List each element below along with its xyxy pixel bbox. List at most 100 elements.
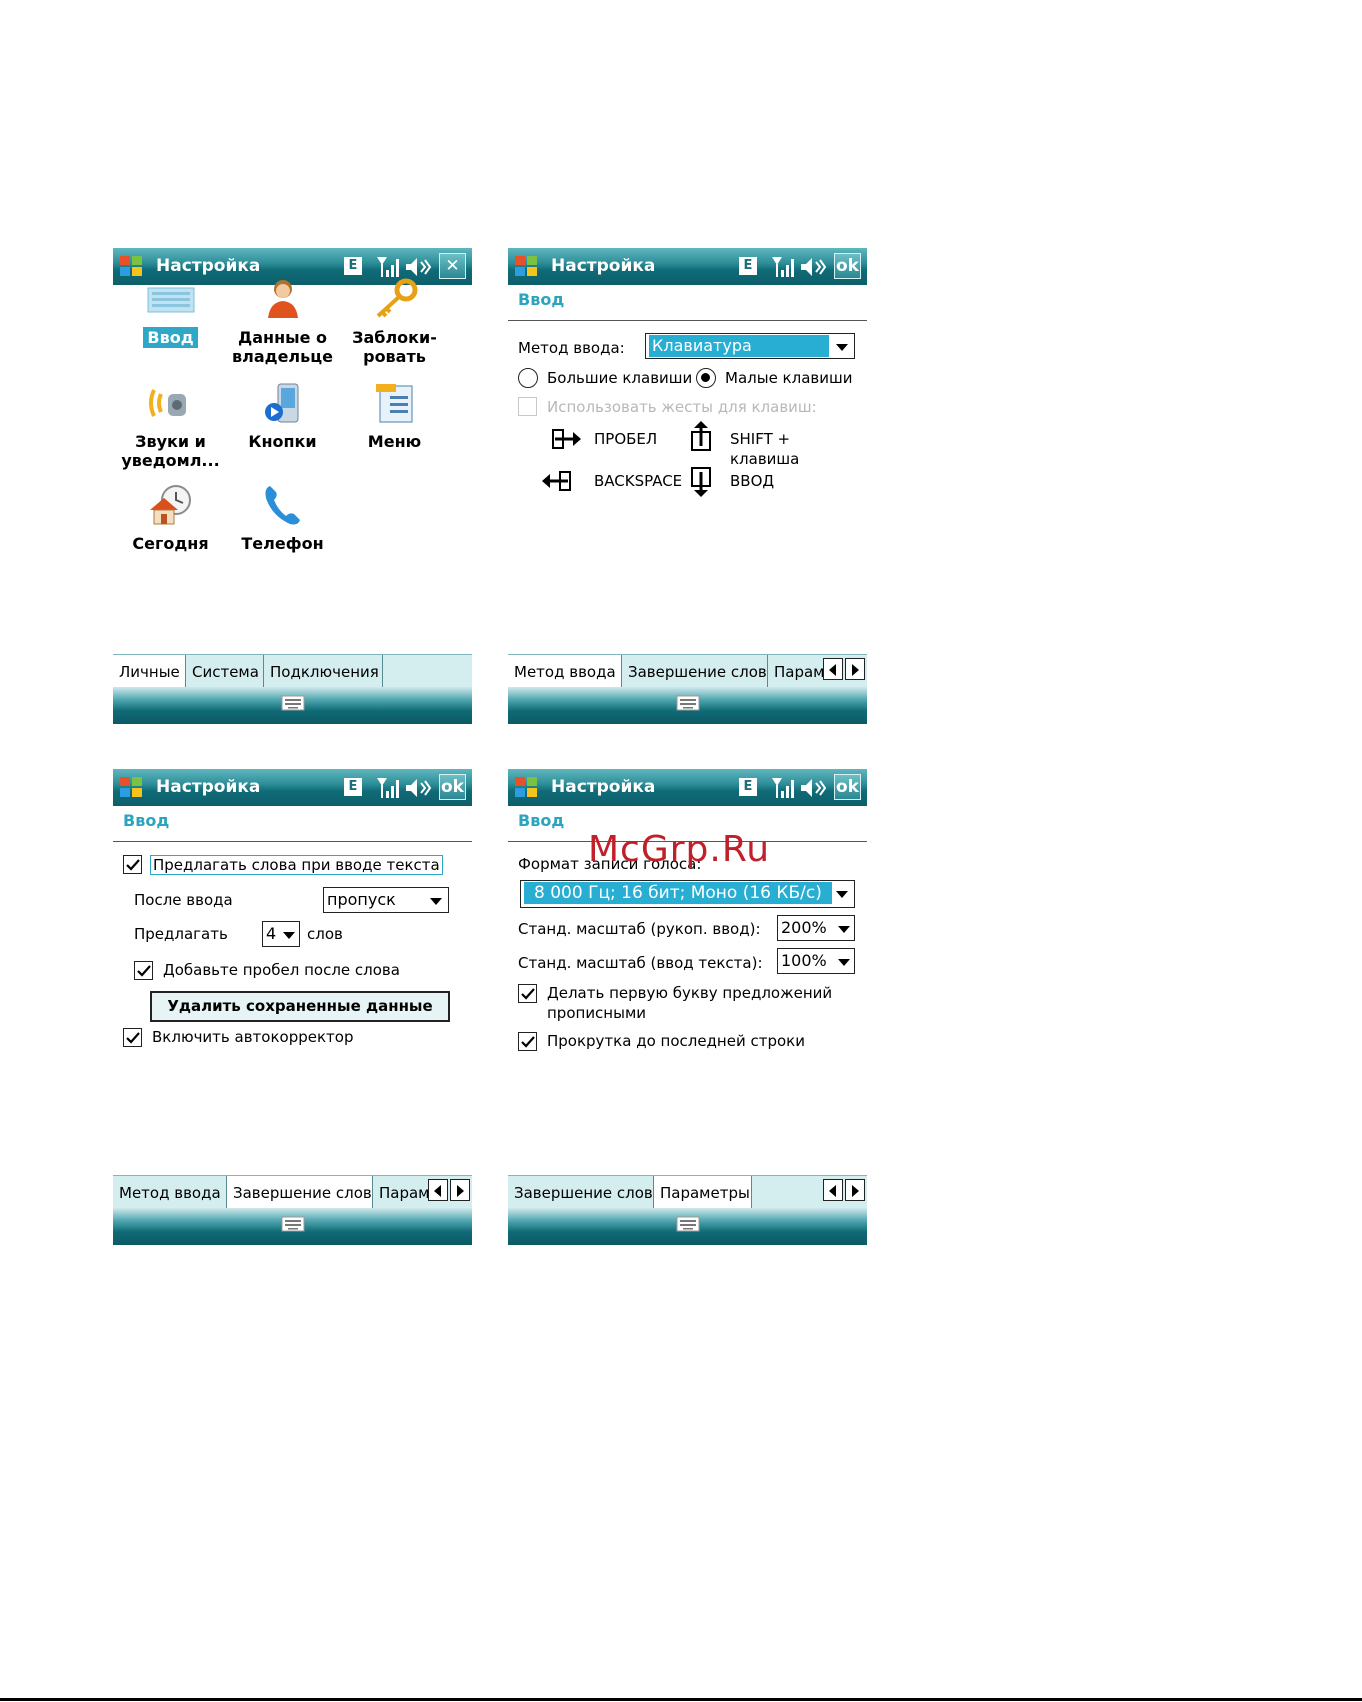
tab-options[interactable]: Парам <box>768 655 824 687</box>
window-title: Настройка <box>551 256 656 276</box>
chevron-down-icon <box>838 959 850 966</box>
network-e-icon[interactable]: E <box>344 257 362 275</box>
signal-strength-icon[interactable] <box>375 255 401 279</box>
zoom-handwriting-select[interactable]: 200% <box>777 915 855 941</box>
tile-sounds-label-1: Звуки и <box>135 432 206 451</box>
tile-input[interactable]: Ввод <box>113 278 228 348</box>
tile-lock-label-2: ровать <box>363 347 426 366</box>
tab-scroll-arrows <box>821 1179 865 1203</box>
suggest-count-select[interactable]: 4 <box>262 921 300 947</box>
ok-button[interactable]: ok <box>834 774 861 800</box>
suggest-words-label: Предлагать слова при вводе текста <box>150 855 443 875</box>
tile-sounds[interactable]: Звуки и уведомл... <box>113 382 228 470</box>
suggest-words-checkbox[interactable] <box>123 855 142 874</box>
keyboard-toggle-icon[interactable] <box>281 695 305 711</box>
gesture-left-icon <box>542 471 571 491</box>
network-e-icon[interactable]: E <box>344 778 362 796</box>
ok-button[interactable]: ok <box>439 774 466 800</box>
signal-strength-icon[interactable] <box>770 255 796 279</box>
watermark: McGrp.Ru <box>588 829 771 870</box>
tab-options[interactable]: Парам <box>373 1176 429 1208</box>
section-title: Ввод <box>123 811 170 830</box>
tile-owner-label-2: владельце <box>232 347 333 366</box>
tab-word-completion[interactable]: Завершение слов <box>508 1176 654 1208</box>
sound-icon <box>148 389 186 417</box>
tab-word-completion[interactable]: Завершение слов <box>622 655 768 687</box>
title-bar: Настройка E ok <box>508 248 867 285</box>
radio-small-keys-label: Малые клавиши <box>725 369 853 387</box>
windows-start-icon[interactable] <box>118 774 144 800</box>
tab-strip: Метод ввода Завершение слов Парам <box>508 654 867 688</box>
after-input-value: пропуск <box>327 890 396 909</box>
tab-scroll-left-icon[interactable] <box>823 1179 843 1201</box>
voice-format-select[interactable]: 8 000 Гц; 16 бит; Моно (16 КБ/с) <box>520 880 855 908</box>
after-input-select[interactable]: пропуск <box>323 887 449 913</box>
tab-word-completion[interactable]: Завершение слов <box>227 1176 373 1209</box>
scroll-last-line-checkbox[interactable] <box>518 1032 537 1051</box>
section-divider <box>508 320 867 321</box>
volume-icon[interactable] <box>404 255 432 279</box>
close-button[interactable]: ✕ <box>439 253 466 279</box>
windows-start-icon[interactable] <box>118 253 144 279</box>
settings-personal-screen: Настройка E ✕ Ввод Данные о владельце За… <box>113 248 472 724</box>
checkmark-icon <box>126 859 140 871</box>
tile-lock[interactable]: Заблоки- ровать <box>337 278 452 366</box>
volume-icon[interactable] <box>404 776 432 800</box>
zoom-text-select[interactable]: 100% <box>777 948 855 974</box>
autocorrect-label: Включить автокорректор <box>152 1028 354 1046</box>
keyboard-toggle-icon[interactable] <box>676 1216 700 1232</box>
tab-scroll-left-icon[interactable] <box>428 1179 448 1201</box>
tab-input-method[interactable]: Метод ввода <box>113 1176 227 1208</box>
radio-large-keys-label: Большие клавиши <box>547 369 693 387</box>
tile-menu[interactable]: Меню <box>337 382 452 451</box>
tab-scroll-right-icon[interactable] <box>450 1179 470 1201</box>
capitalize-checkbox[interactable] <box>518 984 537 1003</box>
gesture-right-icon <box>552 429 581 449</box>
windows-start-icon[interactable] <box>513 774 539 800</box>
radio-large-keys[interactable] <box>518 368 538 388</box>
tab-scroll-arrows <box>426 1179 470 1203</box>
softkey-bar <box>113 1208 472 1245</box>
tab-personal[interactable]: Личные <box>113 655 186 688</box>
tab-scroll-left-icon[interactable] <box>823 658 843 680</box>
tile-input-label: Ввод <box>143 327 198 348</box>
menu-icon <box>375 384 412 423</box>
voice-format-value: 8 000 Гц; 16 бит; Моно (16 КБ/с) <box>524 882 832 904</box>
volume-icon[interactable] <box>799 776 827 800</box>
add-space-label: Добавьте пробел после слова <box>163 961 400 979</box>
tab-scroll-right-icon[interactable] <box>845 1179 865 1201</box>
tab-options[interactable]: Параметры <box>654 1176 752 1209</box>
tab-scroll-right-icon[interactable] <box>845 658 865 680</box>
keyboard-toggle-icon[interactable] <box>281 1216 305 1232</box>
network-e-icon[interactable]: E <box>739 778 757 796</box>
tile-sounds-label-2: уведомл... <box>121 451 220 470</box>
radio-small-keys[interactable] <box>696 368 716 388</box>
suggest-count-value: 4 <box>266 924 277 943</box>
title-bar: Настройка E ok <box>508 769 867 806</box>
delete-saved-data-button[interactable]: Удалить сохраненные данные <box>150 991 450 1022</box>
keyboard-toggle-icon[interactable] <box>676 695 700 711</box>
tile-today[interactable]: Сегодня <box>113 484 228 553</box>
after-input-label: После ввода <box>134 891 233 909</box>
tab-input-method[interactable]: Метод ввода <box>508 655 622 688</box>
tile-owner-info[interactable]: Данные о владельце <box>225 278 340 366</box>
gestures-checkbox[interactable] <box>518 397 537 416</box>
tile-lock-label-1: Заблоки- <box>352 328 437 347</box>
tile-buttons[interactable]: Кнопки <box>225 382 340 451</box>
tile-phone[interactable]: Телефон <box>225 484 340 553</box>
signal-strength-icon[interactable] <box>770 776 796 800</box>
autocorrect-checkbox[interactable] <box>123 1028 142 1047</box>
tab-system[interactable]: Система <box>186 655 264 687</box>
tile-buttons-label: Кнопки <box>248 432 317 451</box>
tab-connections[interactable]: Подключения <box>264 655 383 687</box>
volume-icon[interactable] <box>799 255 827 279</box>
network-e-icon[interactable]: E <box>739 257 757 275</box>
ok-button[interactable]: ok <box>834 253 861 279</box>
input-method-value: Клавиатура <box>649 335 829 357</box>
window-title: Настройка <box>156 256 261 276</box>
add-space-checkbox[interactable] <box>134 961 153 980</box>
gesture-down-icon <box>691 467 711 497</box>
input-method-select[interactable]: Клавиатура <box>645 333 855 359</box>
windows-start-icon[interactable] <box>513 253 539 279</box>
signal-strength-icon[interactable] <box>375 776 401 800</box>
